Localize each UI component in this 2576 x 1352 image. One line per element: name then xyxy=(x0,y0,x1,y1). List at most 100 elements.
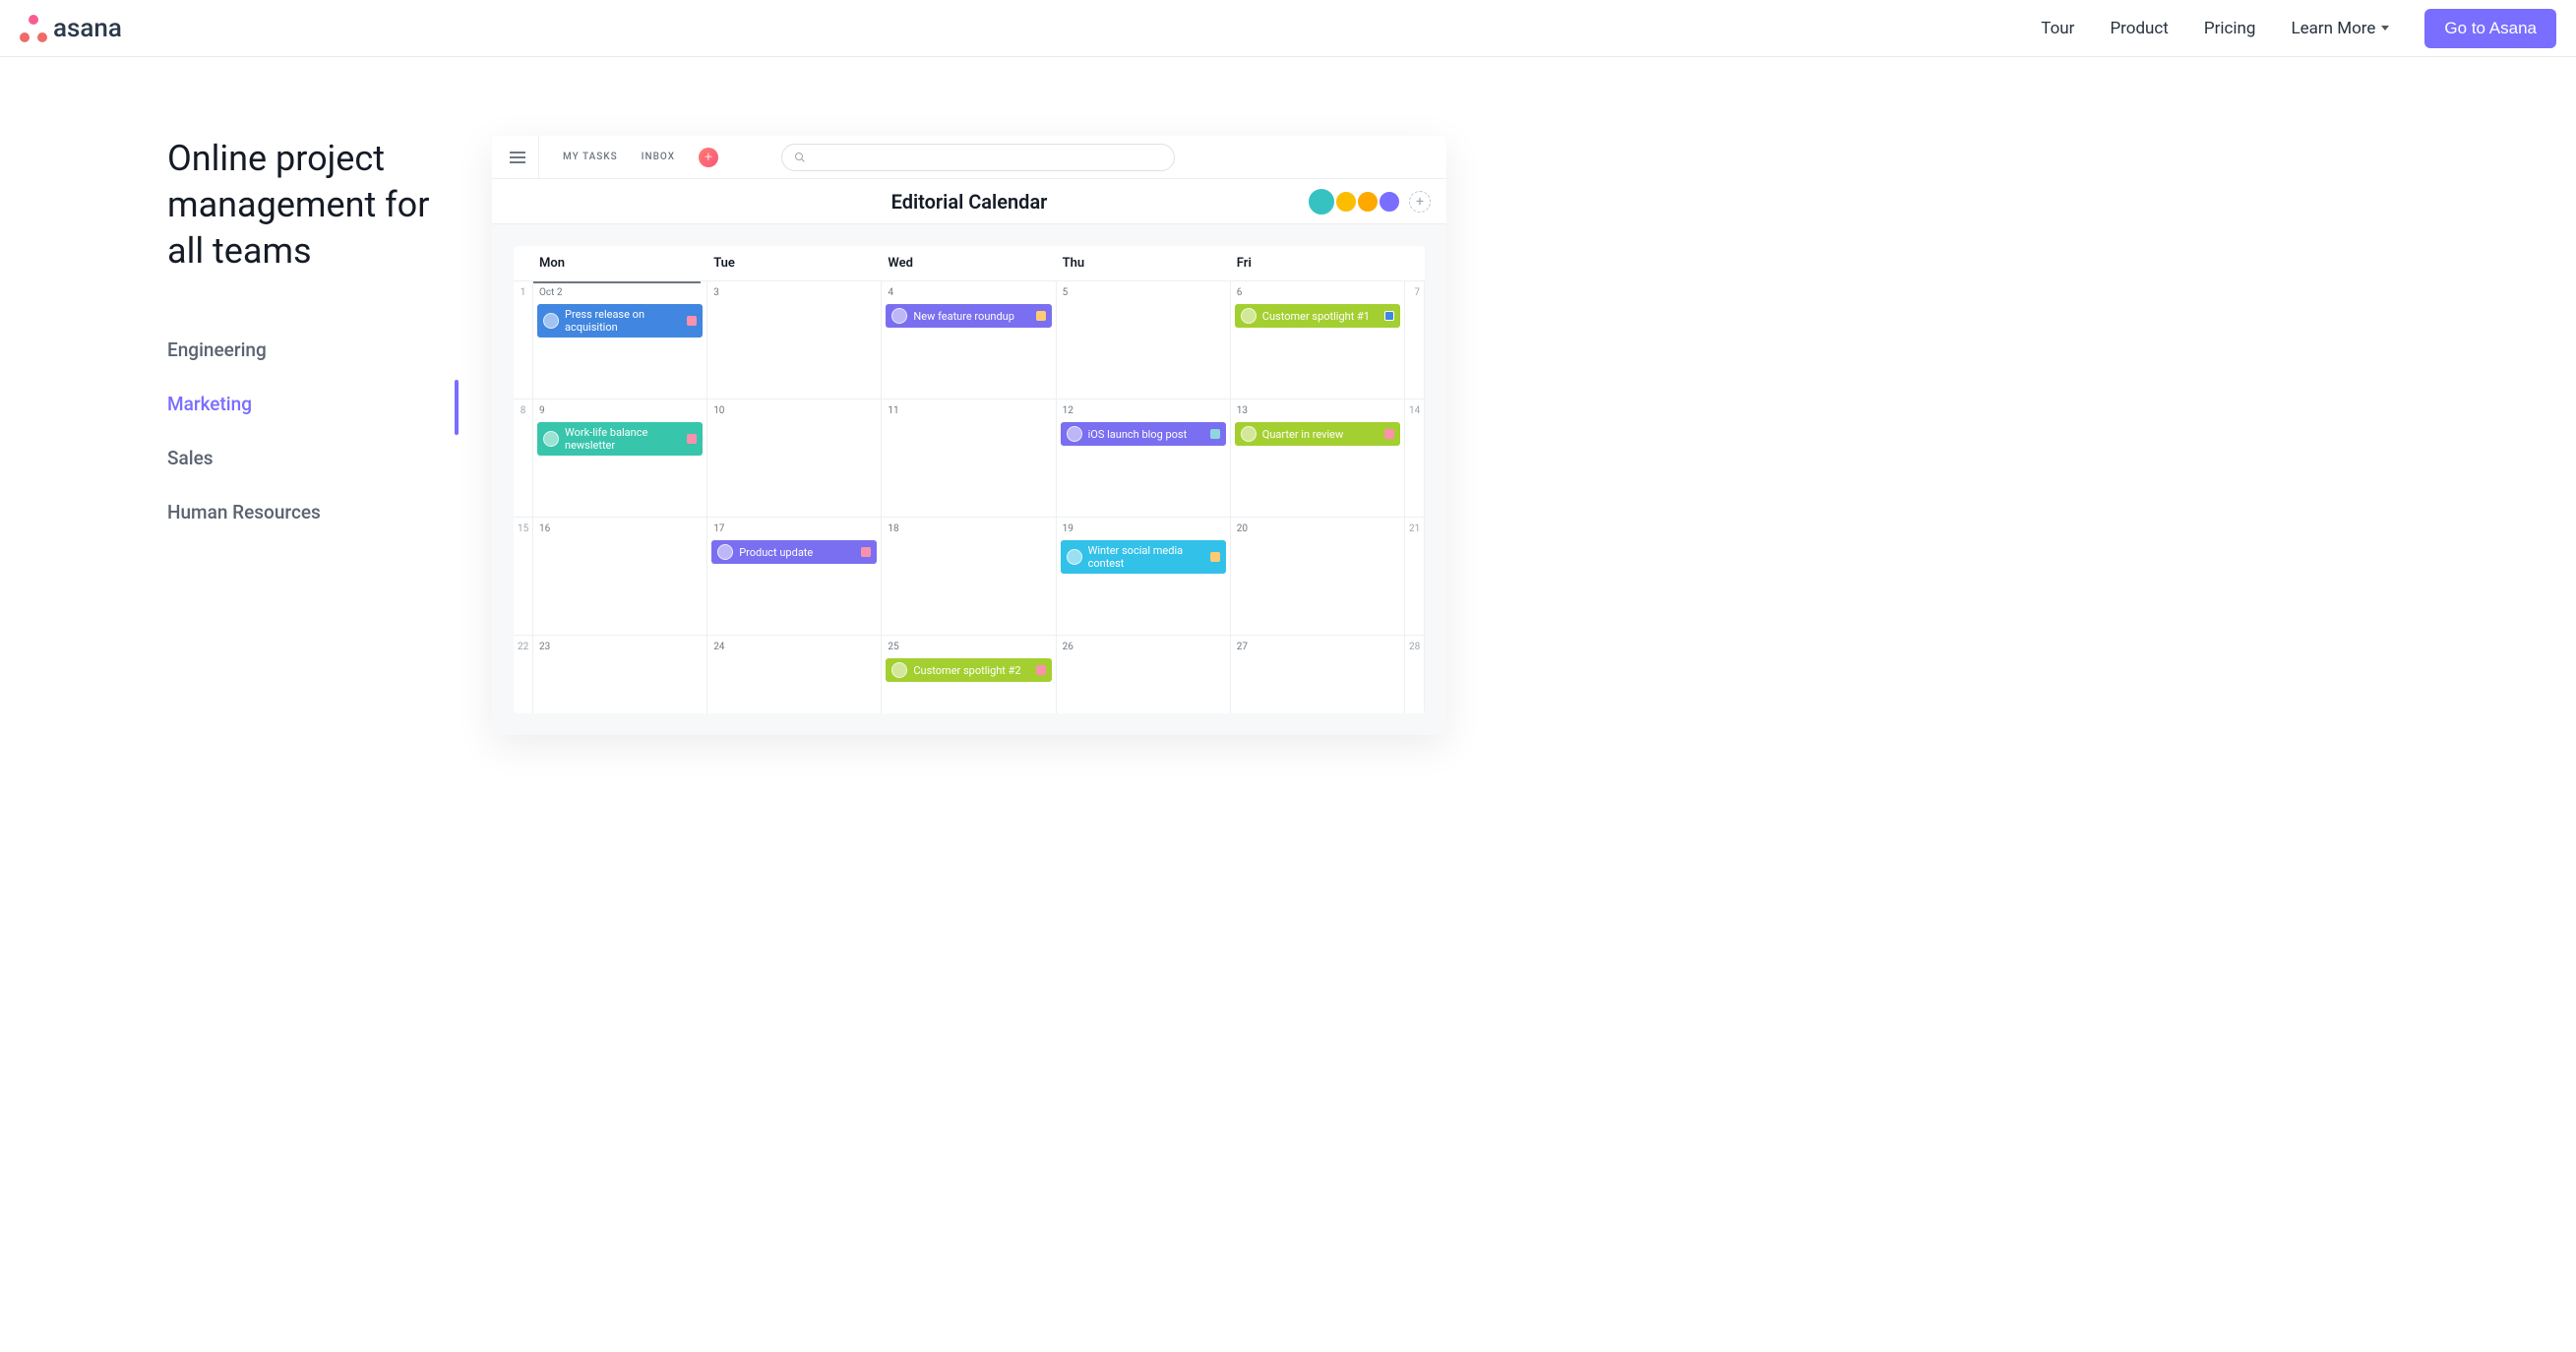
avatar[interactable] xyxy=(1307,187,1336,216)
go-to-asana-button[interactable]: Go to Asana xyxy=(2424,9,2556,48)
day-number: 13 xyxy=(1235,403,1400,418)
task-tag xyxy=(861,547,871,557)
task-spotlight-1[interactable]: Customer spotlight #1 xyxy=(1235,304,1400,328)
calendar-cell[interactable]: 20 xyxy=(1231,518,1405,635)
assignee-avatar xyxy=(891,308,907,324)
task-tag xyxy=(1210,552,1220,562)
task-winter-contest[interactable]: Winter social media contest xyxy=(1061,540,1226,574)
add-member-button[interactable]: + xyxy=(1409,191,1431,213)
calendar-cell[interactable]: 13 Quarter in review xyxy=(1231,399,1405,517)
project-title: Editorial Calendar xyxy=(891,190,1048,214)
task-spotlight-2[interactable]: Customer spotlight #2 xyxy=(886,658,1051,682)
calendar-cell[interactable]: 19 Winter social media contest xyxy=(1057,518,1231,635)
day-number: 26 xyxy=(1061,640,1226,654)
day-number: 4 xyxy=(886,285,1051,300)
calendar-cell[interactable]: 18 xyxy=(882,518,1056,635)
task-label: Work-life balance newsletter xyxy=(565,426,681,452)
calendar-cell[interactable]: 16 xyxy=(533,518,707,635)
task-quarter-review[interactable]: Quarter in review xyxy=(1235,422,1400,446)
team-tab-sales[interactable]: Sales xyxy=(167,431,462,485)
search-input[interactable] xyxy=(781,144,1175,171)
member-avatars: + xyxy=(1311,187,1431,216)
calendar-cell[interactable]: 25 Customer spotlight #2 xyxy=(882,636,1056,713)
task-label: Product update xyxy=(739,546,813,559)
calendar-container: Mon Tue Wed Thu Fri 1 Oct 2 Press releas… xyxy=(492,224,1446,735)
calendar-cell[interactable]: 12 iOS launch blog post xyxy=(1057,399,1231,517)
week-edge-day: 8 xyxy=(514,399,533,517)
nav-links: Tour Product Pricing Learn More Go to As… xyxy=(2041,9,2556,48)
add-button[interactable]: + xyxy=(699,148,718,167)
calendar-cell[interactable]: Oct 2 Press release on acquisition xyxy=(533,281,707,399)
task-tag xyxy=(687,316,697,326)
assignee-avatar xyxy=(543,313,559,329)
day-number: 3 xyxy=(711,285,877,300)
calendar-cell[interactable]: 23 xyxy=(533,636,707,713)
task-product-update[interactable]: Product update xyxy=(711,540,877,564)
chevron-down-icon xyxy=(2381,26,2389,31)
day-number: 20 xyxy=(1235,522,1400,536)
team-tab-marketing[interactable]: Marketing xyxy=(167,377,462,431)
nav-tour[interactable]: Tour xyxy=(2041,19,2074,38)
nav-learn-more[interactable]: Learn More xyxy=(2291,19,2389,38)
app-header: Editorial Calendar + xyxy=(492,179,1446,224)
calendar-cell[interactable]: 11 xyxy=(882,399,1056,517)
assignee-avatar xyxy=(1241,426,1257,442)
week-edge-day: 15 xyxy=(514,518,533,635)
my-tasks-link[interactable]: MY TASKS xyxy=(563,152,618,162)
task-label: Customer spotlight #1 xyxy=(1262,310,1370,323)
calendar-cell[interactable]: 24 xyxy=(707,636,882,713)
main-content: Online project management for all teams … xyxy=(0,57,2576,774)
assignee-avatar xyxy=(891,662,907,678)
task-label: Customer spotlight #2 xyxy=(913,664,1020,677)
task-feature-roundup[interactable]: New feature roundup xyxy=(886,304,1051,328)
avatar[interactable] xyxy=(1378,190,1401,214)
search-icon xyxy=(794,152,806,163)
assignee-avatar xyxy=(1067,549,1082,565)
task-worklife[interactable]: Work-life balance newsletter xyxy=(537,422,703,456)
logo-text: asana xyxy=(53,14,122,43)
nav-product[interactable]: Product xyxy=(2110,19,2168,38)
day-header: Wed xyxy=(882,246,1056,280)
calendar-cell[interactable]: 27 xyxy=(1231,636,1405,713)
task-press-release[interactable]: Press release on acquisition xyxy=(537,304,703,338)
calendar-cell[interactable]: 6 Customer spotlight #1 xyxy=(1231,281,1405,399)
day-number: 23 xyxy=(537,640,703,654)
assignee-avatar xyxy=(1241,308,1257,324)
task-ios-launch[interactable]: iOS launch blog post xyxy=(1061,422,1226,446)
assignee-avatar xyxy=(1067,426,1082,442)
team-tab-hr[interactable]: Human Resources xyxy=(167,485,462,539)
calendar-row: 1 Oct 2 Press release on acquisition 3 4… xyxy=(514,280,1425,399)
calendar-cell[interactable]: 3 xyxy=(707,281,882,399)
task-tag xyxy=(1384,311,1394,321)
app-preview: MY TASKS INBOX + Editorial Calendar + Mo… xyxy=(492,136,1446,735)
day-header: Tue xyxy=(707,246,882,280)
avatar[interactable] xyxy=(1356,190,1380,214)
inbox-link[interactable]: INBOX xyxy=(642,152,675,162)
day-number: 18 xyxy=(886,522,1051,536)
task-label: Press release on acquisition xyxy=(565,308,681,334)
task-label: New feature roundup xyxy=(913,310,1014,323)
task-label: Winter social media contest xyxy=(1088,544,1204,570)
calendar-cell[interactable]: 26 xyxy=(1057,636,1231,713)
day-number: Oct 2 xyxy=(537,285,703,300)
task-tag xyxy=(687,434,697,444)
hamburger-icon[interactable] xyxy=(510,136,539,179)
calendar-cell[interactable]: 9 Work-life balance newsletter xyxy=(533,399,707,517)
assignee-avatar xyxy=(543,431,559,447)
calendar-cell[interactable]: 4 New feature roundup xyxy=(882,281,1056,399)
logo[interactable]: asana xyxy=(20,14,122,43)
day-header: Fri xyxy=(1231,246,1405,280)
nav-pricing[interactable]: Pricing xyxy=(2204,19,2256,38)
page-headline: Online project management for all teams xyxy=(167,136,462,274)
avatar[interactable] xyxy=(1334,190,1358,214)
calendar-cell[interactable]: 5 xyxy=(1057,281,1231,399)
calendar-cell[interactable]: 10 xyxy=(707,399,882,517)
calendar-cell[interactable]: 17 Product update xyxy=(707,518,882,635)
hero-left: Online project management for all teams … xyxy=(167,136,462,735)
day-header: Thu xyxy=(1057,246,1231,280)
day-number: 17 xyxy=(711,522,877,536)
day-number: 5 xyxy=(1061,285,1226,300)
team-tab-engineering[interactable]: Engineering xyxy=(167,323,462,377)
task-tag xyxy=(1036,311,1046,321)
week-edge-day: 1 xyxy=(514,281,533,399)
